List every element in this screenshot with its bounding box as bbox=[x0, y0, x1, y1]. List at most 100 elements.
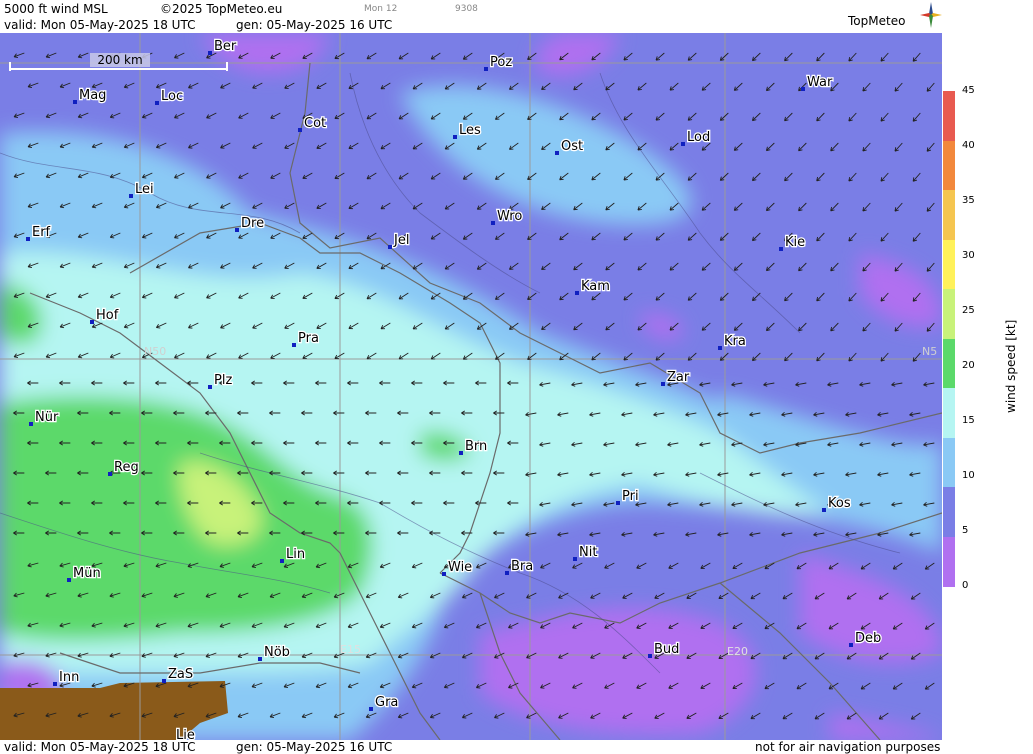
colorbar-tick-label: 20 bbox=[962, 360, 975, 371]
city-dot-icon bbox=[779, 247, 783, 251]
city-dot-icon bbox=[491, 221, 495, 225]
city-label: Bra bbox=[511, 559, 533, 574]
city-dot-icon bbox=[258, 657, 262, 661]
city-label: Nür bbox=[35, 410, 59, 425]
city-label: Wie bbox=[448, 560, 472, 575]
lat-label-n50: N50 bbox=[144, 345, 166, 358]
city-dot-icon bbox=[822, 508, 826, 512]
city-label: Poz bbox=[490, 55, 512, 70]
map-title: 5000 ft wind MSL bbox=[4, 2, 108, 16]
city-label: Erf bbox=[32, 225, 51, 240]
city-dot-icon bbox=[681, 142, 685, 146]
wind-map[interactable]: 200 km N50 N5 E15 E20 Ber Poz War Mag Loc Cot… bbox=[0, 33, 942, 740]
run-code: Mon 12 bbox=[364, 4, 398, 14]
city-dot-icon bbox=[849, 643, 853, 647]
city-label: Hof bbox=[96, 308, 119, 323]
city-dot-icon bbox=[208, 51, 212, 55]
city-dot-icon bbox=[155, 101, 159, 105]
colorbar-tick-label: 25 bbox=[962, 305, 975, 316]
colorbar-segment bbox=[943, 289, 955, 340]
footer-valid-time: valid: Mon 05-May-2025 18 UTC bbox=[4, 740, 196, 754]
city-dot-icon bbox=[208, 385, 212, 389]
colorbar bbox=[943, 91, 955, 587]
city-dot-icon bbox=[26, 237, 30, 241]
city-dot-icon bbox=[53, 682, 57, 686]
city-dot-icon bbox=[162, 679, 166, 683]
colorbar-tick-label: 30 bbox=[962, 250, 975, 261]
city-dot-icon bbox=[661, 382, 665, 386]
lon-label-e15: E15 bbox=[340, 643, 361, 656]
city-dot-icon bbox=[292, 343, 296, 347]
colorbar-segment bbox=[943, 338, 955, 389]
city-label: Pra bbox=[298, 331, 319, 346]
city-label: Reg bbox=[114, 460, 139, 475]
city-label: Kam bbox=[581, 279, 610, 294]
city-label: Wro bbox=[497, 209, 522, 224]
disclaimer: not for air navigation purposes bbox=[755, 740, 941, 754]
city-label: Kie bbox=[785, 235, 805, 250]
copyright: ©2025 TopMeteo.eu bbox=[160, 2, 283, 16]
colorbar-tick-label: 10 bbox=[962, 470, 975, 481]
city-dot-icon bbox=[129, 194, 133, 198]
legend-title: wind speed [kt] bbox=[1004, 319, 1018, 413]
city-label: Brn bbox=[465, 439, 487, 454]
scale-bar-label: 200 km bbox=[97, 53, 142, 67]
city-dot-icon bbox=[459, 451, 463, 455]
compass-logo-icon bbox=[920, 2, 942, 28]
map-header: 5000 ft wind MSL ©2025 TopMeteo.eu Mon 1… bbox=[0, 0, 1033, 33]
colorbar-segment bbox=[943, 487, 955, 538]
city-label: Deb bbox=[855, 631, 881, 646]
colorbar-tick-label: 35 bbox=[962, 195, 975, 206]
city-dot-icon bbox=[616, 501, 620, 505]
city-label: War bbox=[807, 75, 833, 90]
city-label: Ber bbox=[214, 39, 237, 54]
city-dot-icon bbox=[718, 346, 722, 350]
city-label: Inn bbox=[59, 670, 79, 685]
gen-time: gen: 05-May-2025 16 UTC bbox=[236, 18, 393, 32]
city-label: Kra bbox=[724, 334, 746, 349]
city-mag[interactable]: Mag bbox=[73, 87, 108, 104]
colorbar-segment bbox=[943, 91, 955, 142]
city-label: Bud bbox=[654, 642, 679, 657]
colorbar-tick-label: 0 bbox=[962, 580, 969, 591]
valid-time: valid: Mon 05-May-2025 18 UTC bbox=[4, 18, 196, 32]
city-dot-icon bbox=[29, 422, 33, 426]
lat-label-right: N5 bbox=[922, 345, 937, 358]
colorbar-segment bbox=[943, 437, 955, 488]
city-label: Zar bbox=[667, 370, 690, 385]
city-label: Nöb bbox=[264, 645, 290, 660]
city-label: Gra bbox=[375, 695, 398, 710]
city-label: Mün bbox=[73, 566, 101, 581]
city-mün[interactable]: Mün bbox=[67, 565, 102, 582]
footer-gen-time: gen: 05-May-2025 16 UTC bbox=[236, 740, 393, 754]
city-label: Lei bbox=[135, 182, 154, 197]
city-dot-icon bbox=[648, 654, 652, 658]
city-label: Cot bbox=[304, 116, 326, 131]
city-label: Pri bbox=[622, 489, 639, 504]
topmeteo-logo[interactable]: TopMeteo bbox=[848, 14, 905, 28]
city-dot-icon bbox=[388, 245, 392, 249]
city-label: Loc bbox=[161, 89, 183, 104]
city-dot-icon bbox=[573, 557, 577, 561]
city-dot-icon bbox=[369, 707, 373, 711]
city-label: Dre bbox=[241, 216, 264, 231]
city-dot-icon bbox=[108, 472, 112, 476]
colorbar-tick-label: 15 bbox=[962, 415, 975, 426]
colorbar-segment bbox=[943, 388, 955, 439]
map-footer: valid: Mon 05-May-2025 18 UTC gen: 05-Ma… bbox=[0, 740, 1033, 754]
city-label: Plz bbox=[214, 373, 232, 388]
colorbar-segment bbox=[943, 190, 955, 241]
city-dot-icon bbox=[298, 128, 302, 132]
city-dot-icon bbox=[73, 100, 77, 104]
colorbar-segment bbox=[943, 239, 955, 290]
city-label: Les bbox=[459, 123, 481, 138]
colorbar-segment bbox=[943, 140, 955, 191]
wind-speed-legend: 45 40 35 30 25 20 15 10 5 0 wind speed [kt] bbox=[942, 33, 1033, 740]
city-dot-icon bbox=[801, 87, 805, 91]
city-label: Lin bbox=[286, 547, 305, 562]
city-dot-icon bbox=[555, 151, 559, 155]
lon-label-e20: E20 bbox=[727, 645, 748, 658]
city-kam[interactable]: Kam bbox=[575, 278, 611, 295]
city-dot-icon bbox=[453, 135, 457, 139]
city-label: Lie bbox=[176, 728, 195, 740]
